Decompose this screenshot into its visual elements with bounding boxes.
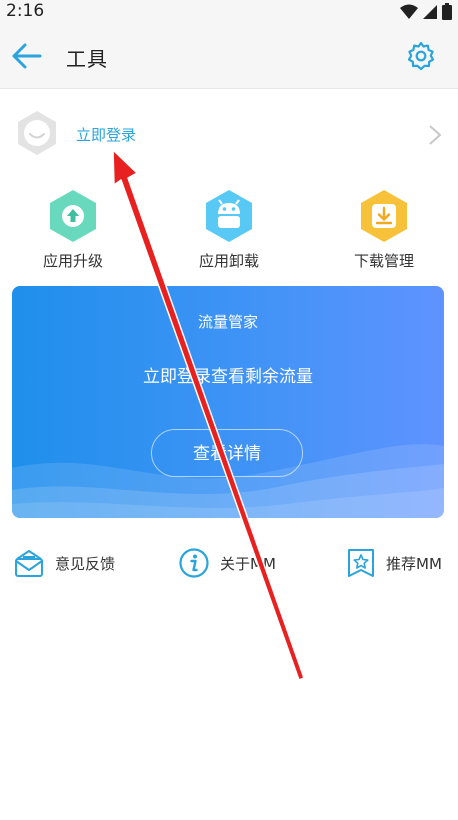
link-label: 关于MM	[220, 554, 276, 573]
tool-label: 应用升级	[42, 252, 103, 270]
back-arrow-icon[interactable]	[10, 40, 44, 72]
feedback-envelope-icon	[15, 550, 43, 577]
tools-row: 应用升级 应用卸载 下载管理	[0, 188, 458, 278]
tool-label: 下载管理	[353, 252, 414, 270]
download-icon	[361, 190, 407, 242]
recommend-mm-link[interactable]: 推荐MM	[346, 546, 442, 580]
avatar	[18, 111, 56, 155]
android-icon	[206, 190, 252, 242]
traffic-manager-card[interactable]: 流量管家 立即登录查看剩余流量 查看详情	[12, 286, 444, 518]
page-title: 工具	[66, 47, 108, 71]
tool-label: 应用卸载	[198, 252, 259, 270]
feedback-link[interactable]: 意见反馈	[13, 546, 115, 580]
view-details-button[interactable]: 查看详情	[151, 429, 303, 477]
upload-arrow-icon	[50, 190, 96, 242]
status-time: 2:16	[6, 1, 45, 21]
login-row[interactable]: 立即登录	[0, 90, 458, 180]
battery-icon	[442, 3, 452, 20]
tool-app-uninstall[interactable]: 应用卸载	[174, 188, 284, 271]
login-link[interactable]: 立即登录	[76, 124, 136, 145]
link-label: 意见反馈	[55, 554, 116, 573]
tool-app-upgrade[interactable]: 应用升级	[18, 188, 128, 271]
card-subtitle: 立即登录查看剩余流量	[143, 367, 313, 387]
links-row: 意见反馈 关于MM 推荐MM	[0, 540, 458, 590]
card-title: 流量管家	[197, 313, 258, 331]
wifi-icon	[400, 4, 418, 19]
recommend-star-icon	[348, 549, 374, 577]
about-mm-link[interactable]: 关于MM	[178, 546, 276, 580]
chevron-right-icon	[429, 125, 442, 145]
gear-icon[interactable]	[406, 41, 436, 71]
tool-download-manager[interactable]: 下载管理	[329, 188, 439, 271]
link-label: 推荐MM	[386, 554, 442, 573]
app-bar: 工具	[0, 24, 458, 89]
signal-icon	[423, 4, 437, 19]
status-bar: 2:16	[0, 0, 458, 24]
info-icon	[179, 548, 209, 578]
status-icons	[400, 3, 452, 20]
